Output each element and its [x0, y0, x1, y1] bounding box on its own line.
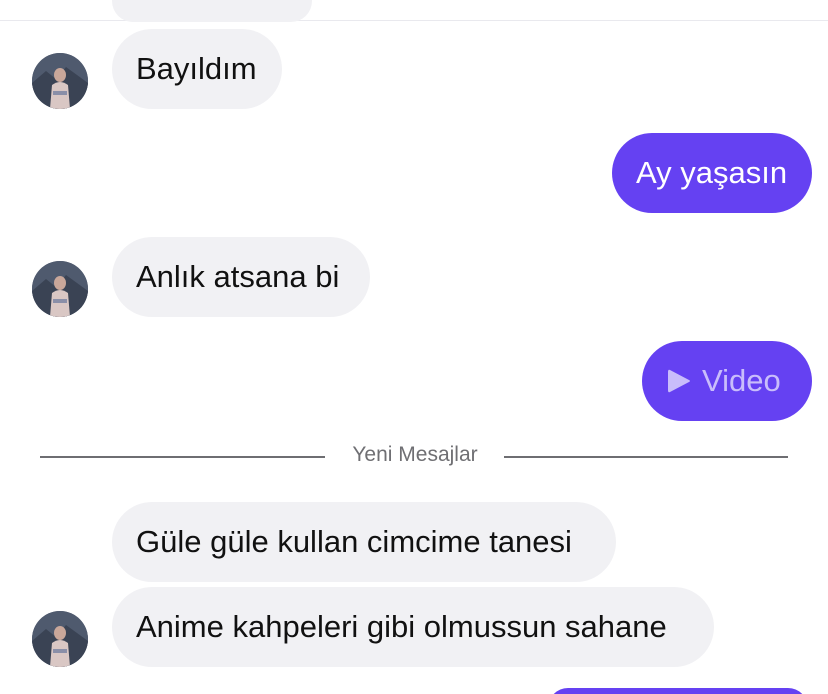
previous-message-bubble-edge — [112, 0, 312, 22]
message-bubble-outgoing[interactable]: Ay yaşasın — [612, 133, 812, 213]
message-text: Güle güle kullan cimcime tanesi — [136, 524, 572, 559]
message-text: Anime kahpeleri gibi olmussun sahane — [136, 609, 667, 644]
message-bubble-incoming[interactable]: Bayıldım — [112, 29, 282, 109]
new-messages-divider-left — [40, 456, 325, 458]
avatar-photo-icon — [32, 611, 88, 667]
contact-avatar[interactable] — [32, 611, 88, 667]
message-bubble-incoming[interactable]: Güle güle kullan cimcime tanesi — [112, 502, 616, 582]
video-label-text: Video — [702, 363, 781, 398]
new-messages-label: Yeni Mesajlar — [352, 443, 478, 466]
video-attachment[interactable]: Video — [666, 363, 781, 399]
message-text: Bayıldım — [136, 51, 257, 86]
new-messages-divider-right — [504, 456, 788, 458]
message-bubble-incoming[interactable]: Anlık atsana bi — [112, 237, 370, 317]
chat-screen: Bayıldım Ay yaşasın Anlık atsana bi Vide… — [0, 0, 828, 694]
message-bubble-incoming[interactable]: Anime kahpeleri gibi olmussun sahane — [112, 587, 714, 667]
avatar-photo-icon — [32, 53, 88, 109]
message-text: Anlık atsana bi — [136, 259, 340, 294]
video-message-bubble[interactable]: Video — [642, 341, 812, 421]
play-icon — [668, 369, 690, 393]
next-message-bubble-edge — [548, 688, 808, 694]
message-text: Ay yaşasın — [636, 155, 788, 190]
contact-avatar[interactable] — [32, 53, 88, 109]
avatar-photo-icon — [32, 261, 88, 317]
contact-avatar[interactable] — [32, 261, 88, 317]
